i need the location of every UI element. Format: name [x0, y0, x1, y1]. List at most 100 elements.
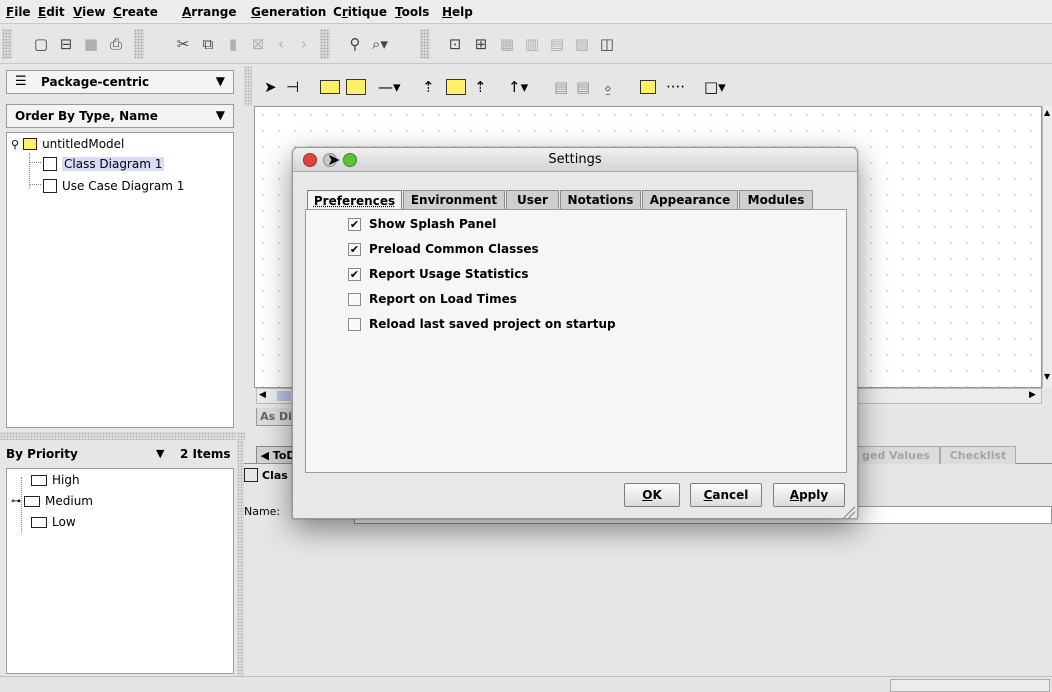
interface-tool-icon[interactable] — [446, 79, 466, 95]
apply-button[interactable]: Apply — [773, 483, 845, 507]
association-tool-icon[interactable]: —▾ — [378, 77, 401, 97]
resize-grip[interactable] — [843, 506, 855, 518]
todo-item-low[interactable]: Low — [31, 513, 76, 531]
scroll-thumb[interactable] — [277, 391, 291, 401]
broom-icon[interactable]: ⊣ — [286, 77, 299, 97]
folder-icon — [31, 474, 47, 486]
package-tool-icon[interactable] — [320, 80, 340, 94]
menu-create[interactable]: Create — [113, 5, 158, 19]
option-preload-classes[interactable]: ✔ Preload Common Classes — [348, 242, 539, 256]
tab-appearance[interactable]: Appearance — [642, 190, 738, 209]
tab-modules[interactable]: Modules — [739, 190, 813, 209]
priority-select-label[interactable]: By Priority — [6, 447, 78, 461]
deployment-diagram-icon[interactable]: ◫ — [596, 33, 618, 55]
tab-checklist[interactable]: Checklist — [940, 446, 1016, 464]
operation-tool-icon[interactable]: ▤ — [576, 77, 590, 97]
realization-tool-icon[interactable]: ⇡ — [474, 77, 487, 97]
copy-icon[interactable]: ⧉ — [197, 33, 219, 55]
dependency-tool-icon[interactable]: ⇡ — [422, 77, 435, 97]
menu-file[interactable]: File — [6, 5, 31, 19]
canvas-vertical-scrollbar[interactable]: ▲ ▼ — [1042, 106, 1052, 388]
tree-item-usecase-diagram[interactable]: Use Case Diagram 1 — [43, 177, 184, 195]
select-arrow-icon[interactable]: ➤ — [264, 77, 277, 97]
tree-item-label: Class Diagram 1 — [62, 157, 165, 171]
menu-arrange[interactable]: Arrange — [182, 5, 237, 19]
menu-tools[interactable]: Tools — [395, 5, 429, 19]
tab-user[interactable]: User — [506, 190, 559, 209]
option-show-splash[interactable]: ✔ Show Splash Panel — [348, 217, 496, 231]
palette-grip[interactable] — [244, 66, 252, 106]
enumeration-tool-icon[interactable]: ⍚ — [604, 77, 613, 97]
class-tool-icon[interactable] — [346, 79, 366, 95]
zoom-icon[interactable]: ⌕▾ — [369, 33, 391, 55]
scroll-down-icon[interactable]: ▼ — [1044, 372, 1050, 381]
chevron-down-icon[interactable]: ▼ — [156, 447, 164, 460]
state-diagram-icon[interactable]: ▤ — [546, 33, 568, 55]
print-icon[interactable]: ⎙ — [105, 33, 127, 55]
ok-button[interactable]: OK — [624, 483, 680, 507]
class-diagram-icon[interactable]: ⊞ — [470, 33, 492, 55]
rectangle-tool-icon[interactable]: □▾ — [704, 77, 726, 97]
open-icon[interactable]: ⊟ — [55, 33, 77, 55]
collaboration-diagram-icon[interactable]: ▥ — [521, 33, 543, 55]
paste-icon[interactable]: ▮ — [222, 33, 244, 55]
menu-view[interactable]: View — [73, 5, 105, 19]
perspective-select[interactable]: ☰ Package-centric ▼ — [6, 70, 234, 94]
activity-diagram-icon[interactable]: ▧ — [571, 33, 593, 55]
note-tool-icon[interactable] — [640, 80, 656, 94]
tree-item-label: Low — [52, 515, 76, 529]
menu-help[interactable]: Help — [442, 5, 473, 19]
todo-item-medium[interactable]: ⊶ Medium — [11, 492, 93, 510]
todo-item-high[interactable]: High — [31, 471, 80, 489]
checkbox[interactable]: ✔ — [348, 217, 361, 231]
usecase-diagram-icon[interactable]: ⊡ — [444, 33, 466, 55]
toolbar-grip[interactable] — [320, 29, 330, 59]
menu-generation[interactable]: Generation — [251, 5, 326, 19]
checkbox[interactable] — [348, 317, 361, 331]
tree-item-label: Use Case Diagram 1 — [62, 179, 185, 193]
option-load-times[interactable]: Report on Load Times — [348, 292, 517, 306]
order-label: Order By Type, Name — [15, 109, 158, 123]
save-icon[interactable]: ■ — [80, 33, 102, 55]
tree-root-model[interactable]: ⚲ untitledModel — [11, 135, 124, 153]
checkbox[interactable]: ✔ — [348, 242, 361, 256]
attribute-tool-icon[interactable]: ▤ — [554, 77, 568, 97]
horizontal-splitter[interactable] — [0, 432, 236, 440]
tree-item-class-diagram[interactable]: Class Diagram 1 — [43, 155, 165, 173]
menu-edit[interactable]: Edit — [38, 5, 65, 19]
cancel-button[interactable]: Cancel — [690, 483, 762, 507]
option-label: Preload Common Classes — [369, 242, 539, 256]
package-icon — [23, 138, 38, 150]
checkbox[interactable] — [348, 292, 361, 306]
toolbar-grip[interactable] — [2, 29, 12, 59]
expand-toggle-icon[interactable]: ⚲ — [11, 138, 19, 151]
tab-tagged-values[interactable]: ged Values — [852, 446, 940, 464]
expand-toggle-icon[interactable]: ⊶ — [11, 496, 21, 507]
tab-as-diagram[interactable]: As Di — [256, 408, 296, 426]
cut-icon[interactable]: ✂ — [172, 33, 194, 55]
scroll-up-icon[interactable]: ▲ — [1044, 108, 1050, 117]
tree-connector — [29, 162, 41, 163]
scroll-right-icon[interactable]: ▶ — [1029, 390, 1036, 400]
dialog-titlebar[interactable]: ➤ Settings — [293, 148, 857, 172]
new-icon[interactable]: ▢ — [30, 33, 52, 55]
sequence-diagram-icon[interactable]: ▦ — [496, 33, 518, 55]
forward-icon[interactable]: › — [293, 33, 315, 55]
scroll-left-icon[interactable]: ◀ — [259, 390, 266, 400]
delete-icon[interactable]: ⊠ — [247, 33, 269, 55]
option-usage-statistics[interactable]: ✔ Report Usage Statistics — [348, 267, 529, 281]
tab-notations[interactable]: Notations — [560, 190, 641, 209]
back-icon[interactable]: ‹ — [270, 33, 292, 55]
option-reload-project[interactable]: Reload last saved project on startup — [348, 317, 616, 331]
comment-link-tool-icon[interactable]: ···· — [666, 77, 685, 97]
tab-environment[interactable]: Environment — [403, 190, 505, 209]
toolbar-grip[interactable] — [420, 29, 430, 59]
generalization-tool-icon[interactable]: ↑▾ — [508, 77, 528, 97]
toolbar-grip[interactable] — [134, 29, 144, 59]
checkbox[interactable]: ✔ — [348, 267, 361, 281]
tab-preferences[interactable]: Preferences — [307, 190, 402, 210]
order-select[interactable]: Order By Type, Name ▼ — [6, 104, 234, 128]
find-icon[interactable]: ⚲ — [344, 33, 366, 55]
menu-critique[interactable]: Critique — [333, 5, 387, 19]
tree-item-label: untitledModel — [42, 137, 125, 151]
